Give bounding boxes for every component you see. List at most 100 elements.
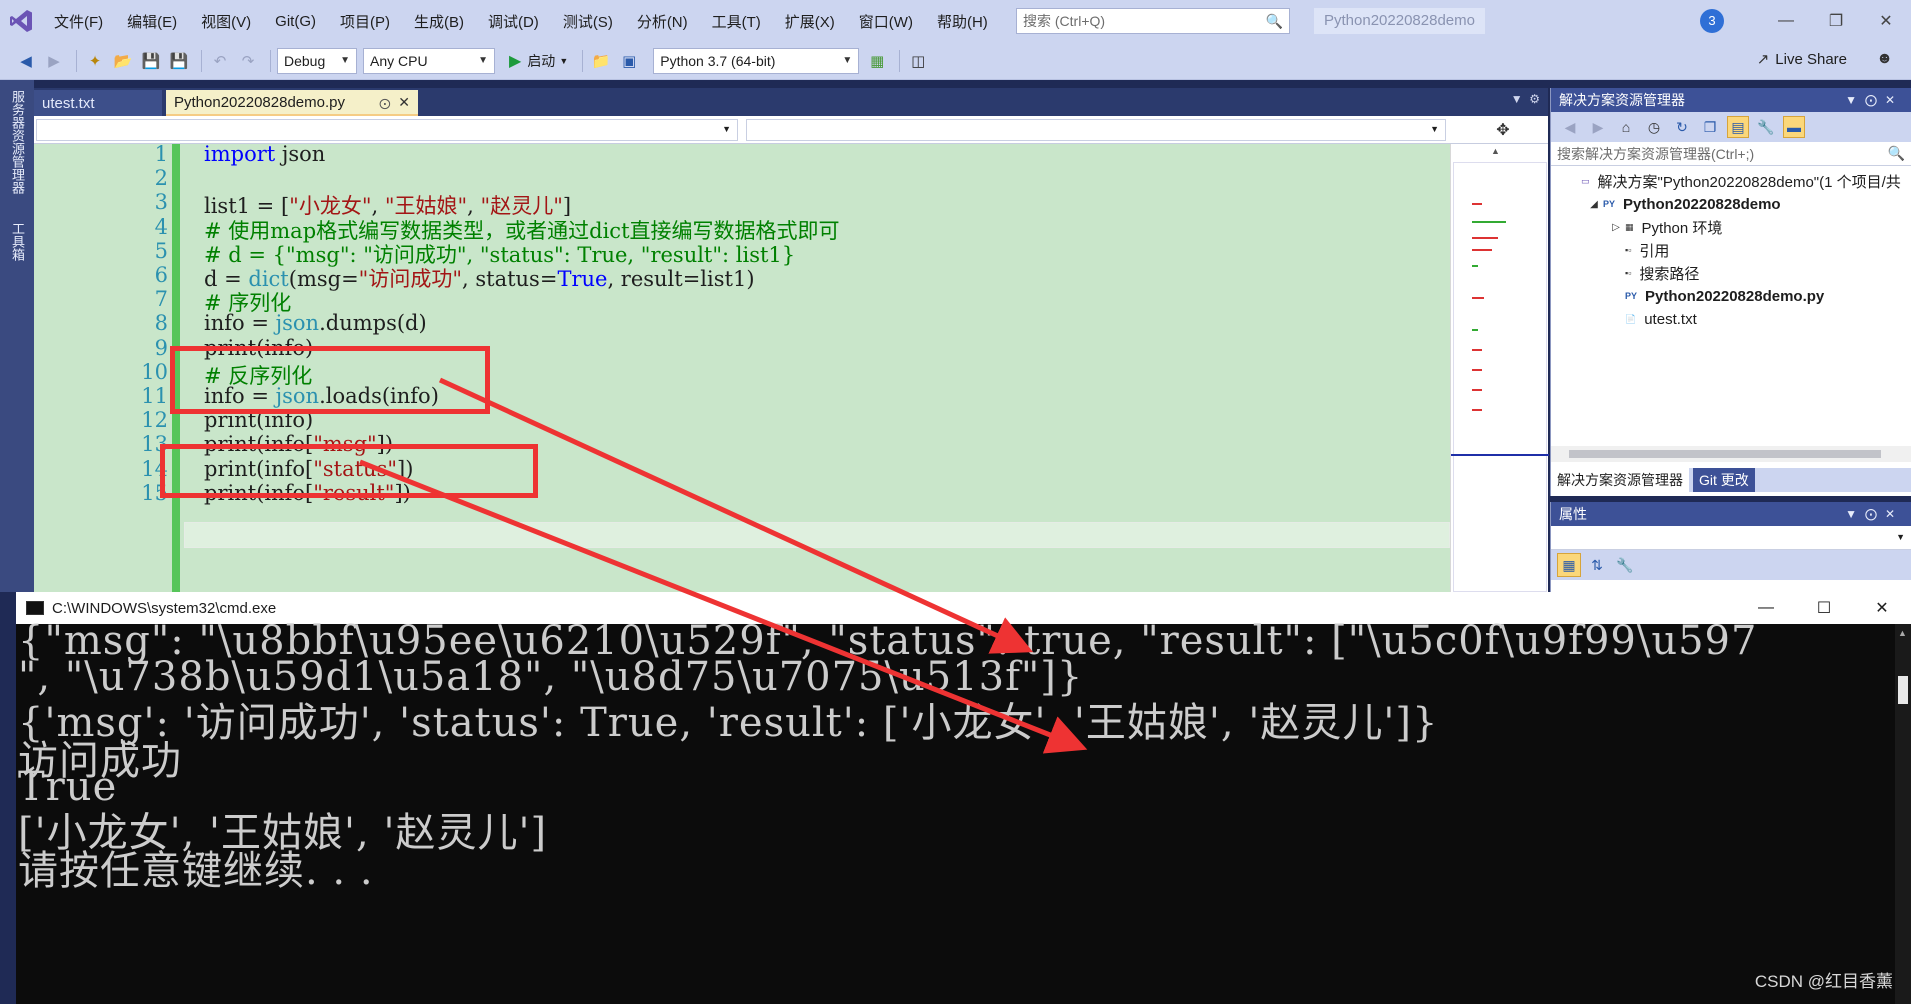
menu-item[interactable]: 测试(S) [551, 11, 625, 32]
line-number: 13 [141, 432, 168, 457]
tree-item[interactable]: PY Python20220828demo.py [1609, 285, 1824, 307]
indicator-margin [34, 144, 72, 592]
forward-icon[interactable]: ▶ [1587, 116, 1609, 138]
categorized-icon[interactable]: ▦ [1557, 553, 1581, 577]
alphabetical-icon[interactable]: ⇅ [1585, 553, 1609, 577]
menu-item[interactable]: 生成(B) [402, 11, 476, 32]
show-all-files-icon[interactable]: ▤ [1727, 116, 1749, 138]
back-icon[interactable]: ◀ [1559, 116, 1581, 138]
configuration-dropdown[interactable]: Debug ▼ [277, 47, 357, 74]
menu-item[interactable]: 扩展(X) [773, 11, 847, 32]
menu-item[interactable]: Git(G) [263, 13, 328, 30]
tree-item[interactable]: ▭ 解决方案"Python20220828demo"(1 个项目/共 [1565, 170, 1901, 192]
scrollbar-thumb[interactable] [1898, 676, 1908, 704]
refresh-icon[interactable]: ↻ [1671, 116, 1693, 138]
menu-item[interactable]: 编辑(E) [115, 11, 189, 32]
member-dropdown[interactable]: ▼ [746, 119, 1446, 141]
menu-item[interactable]: 帮助(H) [925, 11, 1000, 32]
python-file-icon: PY [1625, 291, 1638, 301]
menu-item[interactable]: 调试(D) [476, 11, 551, 32]
line-number: 11 [141, 384, 168, 408]
menu-item[interactable]: 视图(V) [189, 11, 263, 32]
notification-badge[interactable]: 3 [1700, 9, 1724, 33]
code-token: , status= [462, 267, 558, 291]
horizontal-scrollbar[interactable] [1551, 446, 1911, 462]
menu-item[interactable]: 项目(P) [328, 11, 402, 32]
restore-icon[interactable]: ❐ [1811, 0, 1861, 42]
menu-item[interactable]: 文件(F) [42, 11, 115, 32]
server-explorer-tab[interactable]: 服务器资源管理器 [8, 90, 27, 194]
environment-icon: ▦ [1625, 221, 1634, 232]
properties-wrench-icon[interactable]: 🔧 [1755, 116, 1777, 138]
forward-icon[interactable]: ▶ [42, 49, 66, 73]
scrollbar-thumb[interactable] [1569, 450, 1881, 458]
tree-item[interactable]: ▪▫ 引用 [1609, 239, 1669, 261]
menu-item[interactable]: 分析(N) [625, 11, 700, 32]
tree-item[interactable]: ▷ ▦ Python 环境 [1609, 216, 1722, 238]
scope-dropdown[interactable]: ▼ [36, 119, 738, 141]
preview-icon[interactable]: ▬ [1783, 116, 1805, 138]
platform-dropdown[interactable]: Any CPU ▼ [363, 47, 495, 74]
solution-search-box[interactable]: 搜索解决方案资源管理器(Ctrl+;) 🔍 [1551, 142, 1911, 166]
close-icon[interactable]: ✕ [1861, 0, 1911, 42]
live-share-button[interactable]: ↗ Live Share [1757, 50, 1847, 69]
undo-icon[interactable]: ↶ [208, 49, 232, 73]
minimize-icon[interactable]: — [1761, 0, 1811, 42]
tree-item[interactable]: ◢ PY Python20220828demo [1587, 193, 1780, 215]
redo-icon[interactable]: ↷ [236, 49, 260, 73]
tab-utest-txt[interactable]: utest.txt [34, 90, 162, 116]
toolbox-tab[interactable]: 工具箱 [8, 222, 27, 261]
tab-solution-explorer[interactable]: 解决方案资源管理器 [1551, 468, 1689, 492]
minimap[interactable]: ▲ [1450, 144, 1549, 592]
standard-toolbar: ◀ ▶ ✦ 📂 💾 💾 ↶ ↷ Debug ▼ Any CPU ▼ ▶ 启动 ▼ 📁… [0, 42, 1911, 80]
toolbar-separator [899, 49, 901, 72]
expand-arrow-icon[interactable]: ◢ [1587, 199, 1601, 210]
search-box[interactable]: 搜索 (Ctrl+Q) 🔍 [1016, 8, 1290, 34]
navigation-bar: ▼ ▼ ✥ [34, 116, 1548, 144]
home-icon[interactable]: ⌂ [1615, 116, 1637, 138]
console-output: {"msg": "\u8bbf\u95ee\u6210\u529f", "sta… [16, 618, 1896, 1004]
code-token: "访问成功" [358, 267, 462, 291]
menu-item[interactable]: 工具(T) [700, 11, 773, 32]
browse-folder-icon[interactable]: 📁 [589, 49, 613, 73]
tree-item[interactable]: ▪▫ 搜索路径 [1609, 262, 1699, 284]
close-tab-icon[interactable]: ✕ [398, 94, 410, 110]
screenshot-icon[interactable]: ▣ [617, 49, 641, 73]
line-numbers: 1 2 3 4 5 6 7 8 9 10 11 12 13 14 15 [72, 144, 168, 592]
save-icon[interactable]: 💾 [139, 49, 163, 73]
property-pages-icon[interactable]: 🔧 [1613, 553, 1637, 577]
scroll-up-icon[interactable]: ▲ [1898, 628, 1907, 638]
pending-changes-icon[interactable]: ◷ [1643, 116, 1665, 138]
package-icon[interactable]: ▦ [865, 49, 889, 73]
back-icon[interactable]: ◀ [14, 49, 38, 73]
collapse-all-icon[interactable]: ❐ [1699, 116, 1721, 138]
feedback-icon[interactable]: ☻ [1876, 50, 1893, 68]
pin-icon[interactable]: ⨀ [379, 98, 390, 110]
start-button[interactable]: ▶ 启动 ▼ [509, 51, 568, 71]
tab-python-file[interactable]: Python20220828demo.py ⨀ ✕ [166, 90, 418, 116]
new-project-icon[interactable]: ✦ [83, 49, 107, 73]
object-selector-dropdown[interactable]: ▼ [1551, 526, 1911, 550]
code-line[interactable]: import json [204, 144, 325, 166]
menu-item[interactable]: 窗口(W) [847, 11, 925, 32]
code-line[interactable]: info = json.dumps(d) [204, 311, 427, 335]
layout-icon[interactable]: ◫ [906, 49, 930, 73]
cmd-console-window[interactable]: C:\WINDOWS\system32\cmd.exe — ☐ ✕ {"msg"… [16, 592, 1911, 1004]
line-number: 1 [154, 144, 168, 166]
split-window-icon[interactable]: ✥ [1458, 116, 1548, 144]
expand-arrow-icon[interactable]: ▷ [1609, 222, 1623, 233]
tab-overflow-icon[interactable]: ▼ ⚙ [1511, 92, 1540, 106]
play-icon: ▶ [509, 52, 522, 70]
close-icon[interactable]: ✕ [1853, 592, 1911, 624]
scroll-up-icon[interactable]: ▲ [1491, 146, 1500, 156]
panel-controls-icon[interactable]: ▼⨀✕ [1845, 507, 1903, 521]
maximize-icon[interactable]: ☐ [1795, 592, 1853, 624]
python-environment-dropdown[interactable]: Python 3.7 (64-bit) ▼ [653, 47, 860, 74]
save-all-icon[interactable]: 💾 [167, 49, 191, 73]
tab-git-changes[interactable]: Git 更改 [1693, 468, 1755, 492]
visual-studio-logo-icon[interactable] [0, 0, 42, 42]
console-scrollbar[interactable]: ▲ [1895, 624, 1911, 1004]
panel-controls-icon[interactable]: ▼⨀✕ [1845, 93, 1903, 107]
open-file-icon[interactable]: 📂 [111, 49, 135, 73]
tree-item[interactable]: 📄 utest.txt [1609, 308, 1697, 330]
